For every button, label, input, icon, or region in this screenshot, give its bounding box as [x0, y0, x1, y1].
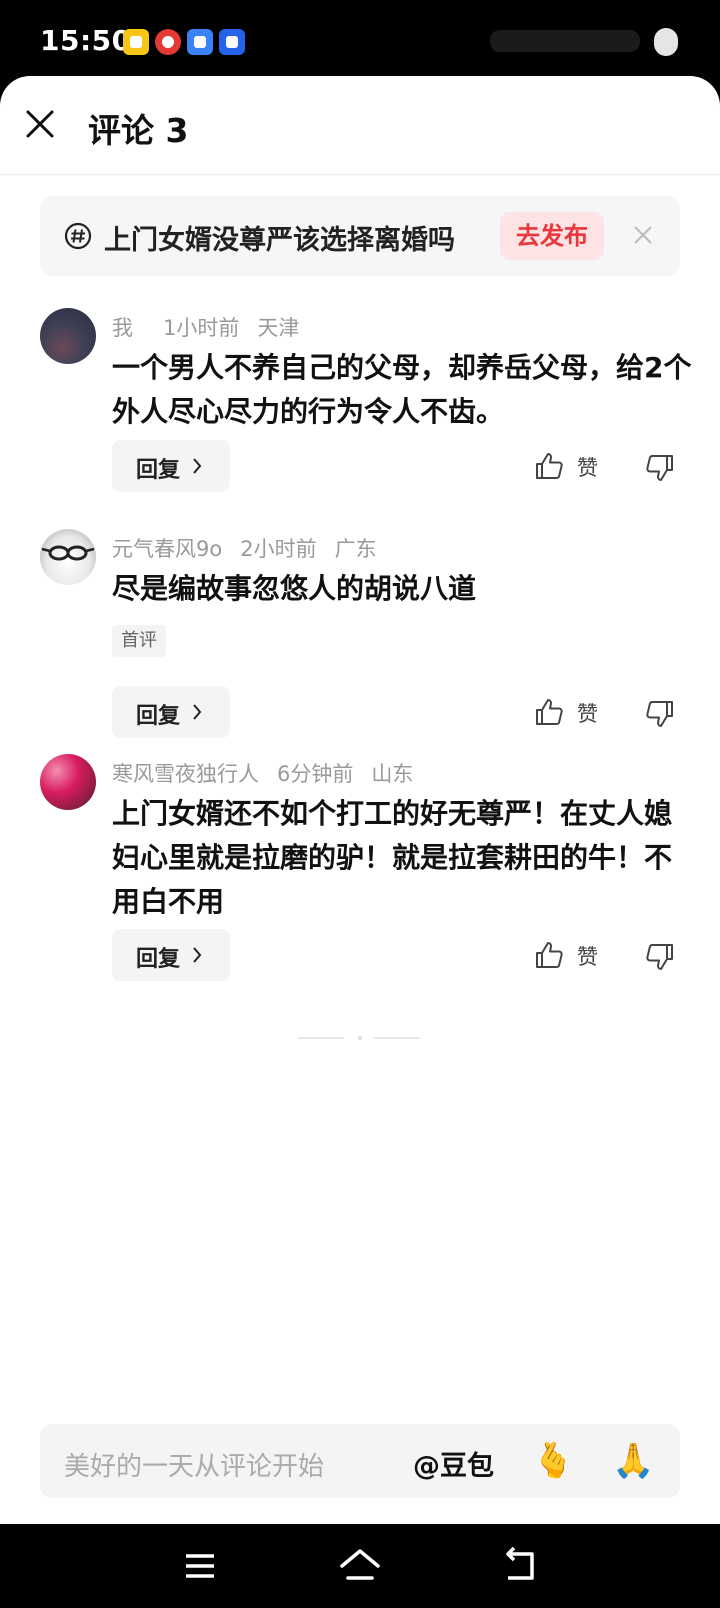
- mention-doubao-button[interactable]: @豆包: [413, 1444, 494, 1483]
- close-icon[interactable]: [632, 224, 654, 246]
- comment-meta: 元气春风9o 2小时前 广东: [112, 533, 395, 563]
- comment-location: 广东: [334, 537, 377, 561]
- like-label[interactable]: 赞: [577, 698, 598, 728]
- avatar[interactable]: [40, 529, 96, 585]
- topic-title: 上门女婿没尊严该选择离婚吗: [104, 225, 455, 256]
- chevron-right-icon: [193, 704, 202, 720]
- list-end-dot: [358, 1036, 362, 1040]
- notification-icon: [155, 29, 181, 55]
- chevron-right-icon: [193, 458, 202, 474]
- comment-meta: 我 1小时前 天津: [112, 312, 317, 342]
- comment-location: 山东: [371, 762, 414, 786]
- notification-icon: [219, 29, 245, 55]
- first-comment-badge: 首评: [112, 625, 166, 657]
- comment-username[interactable]: 寒风雪夜独行人: [112, 762, 259, 786]
- notification-icon: [123, 29, 149, 55]
- publish-button[interactable]: 去发布: [500, 212, 604, 260]
- status-time: 15:50: [40, 24, 132, 57]
- comment-text: 一个男人不养自己的父母，却养岳父母，给2个外人尽心尽力的行为令人不齿。: [112, 351, 692, 428]
- chevron-right-icon: [193, 947, 202, 963]
- thumb-up-icon[interactable]: [534, 451, 564, 481]
- thumb-down-icon[interactable]: [645, 453, 675, 483]
- pray-emoji-button[interactable]: 🙏: [612, 1440, 654, 1482]
- comment-input[interactable]: 美好的一天从评论开始 @豆包 🫰 🙏: [40, 1424, 680, 1498]
- thumb-down-icon[interactable]: [645, 699, 675, 729]
- battery-icon: [654, 28, 678, 56]
- like-label[interactable]: 赞: [577, 452, 598, 482]
- reply-label: 回复: [136, 458, 181, 483]
- sheet-header: 评论 3: [0, 76, 720, 175]
- back-icon[interactable]: [496, 1542, 544, 1590]
- close-icon[interactable]: [22, 106, 58, 142]
- heart-hand-emoji-button[interactable]: 🫰: [532, 1440, 574, 1482]
- like-label[interactable]: 赞: [577, 941, 598, 971]
- comment-username[interactable]: 元气春风9o: [112, 537, 222, 561]
- reply-button[interactable]: 回复: [112, 686, 230, 738]
- comment-username[interactable]: 我: [112, 316, 133, 340]
- comment-time: 1小时前: [163, 316, 240, 340]
- comment-input-placeholder: 美好的一天从评论开始: [64, 1452, 325, 1482]
- list-end-divider: [374, 1037, 420, 1039]
- reply-button[interactable]: 回复: [112, 929, 230, 981]
- thumb-down-icon[interactable]: [645, 942, 675, 972]
- status-bar: 15:50: [0, 0, 720, 76]
- comment-location: 天津: [257, 316, 300, 340]
- comment-sheet: 评论 3 上门女婿没尊严该选择离婚吗 去发布 我 1小时前 天津 一个男人不养自己的…: [0, 76, 720, 1524]
- hashtag-icon: [64, 222, 92, 250]
- comment-meta: 寒风雪夜独行人 6分钟前 山东: [112, 758, 431, 788]
- comment-time: 6分钟前: [277, 762, 354, 786]
- reply-button[interactable]: 回复: [112, 440, 230, 492]
- navigation-bar: [0, 1524, 720, 1608]
- comment-time: 2小时前: [240, 537, 317, 561]
- reply-label: 回复: [136, 704, 181, 729]
- glasses-icon: [41, 545, 95, 561]
- thumb-up-icon[interactable]: [534, 697, 564, 727]
- home-icon[interactable]: [336, 1542, 384, 1590]
- comment-text: 尽是编故事忽悠人的胡说八道: [112, 572, 477, 605]
- comment-text: 上门女婿还不如个打工的好无尊严！在丈人媳妇心里就是拉磨的驴！就是拉套耕田的牛！不…: [112, 797, 673, 918]
- reply-label: 回复: [136, 947, 181, 972]
- menu-icon[interactable]: [176, 1542, 224, 1590]
- topic-banner[interactable]: 上门女婿没尊严该选择离婚吗 去发布: [40, 196, 680, 276]
- page-title: 评论 3: [88, 111, 189, 150]
- avatar[interactable]: [40, 754, 96, 810]
- status-indicators: [490, 30, 640, 52]
- notification-icon: [187, 29, 213, 55]
- list-end-divider: [298, 1037, 344, 1039]
- thumb-up-icon[interactable]: [534, 940, 564, 970]
- avatar[interactable]: [40, 308, 96, 364]
